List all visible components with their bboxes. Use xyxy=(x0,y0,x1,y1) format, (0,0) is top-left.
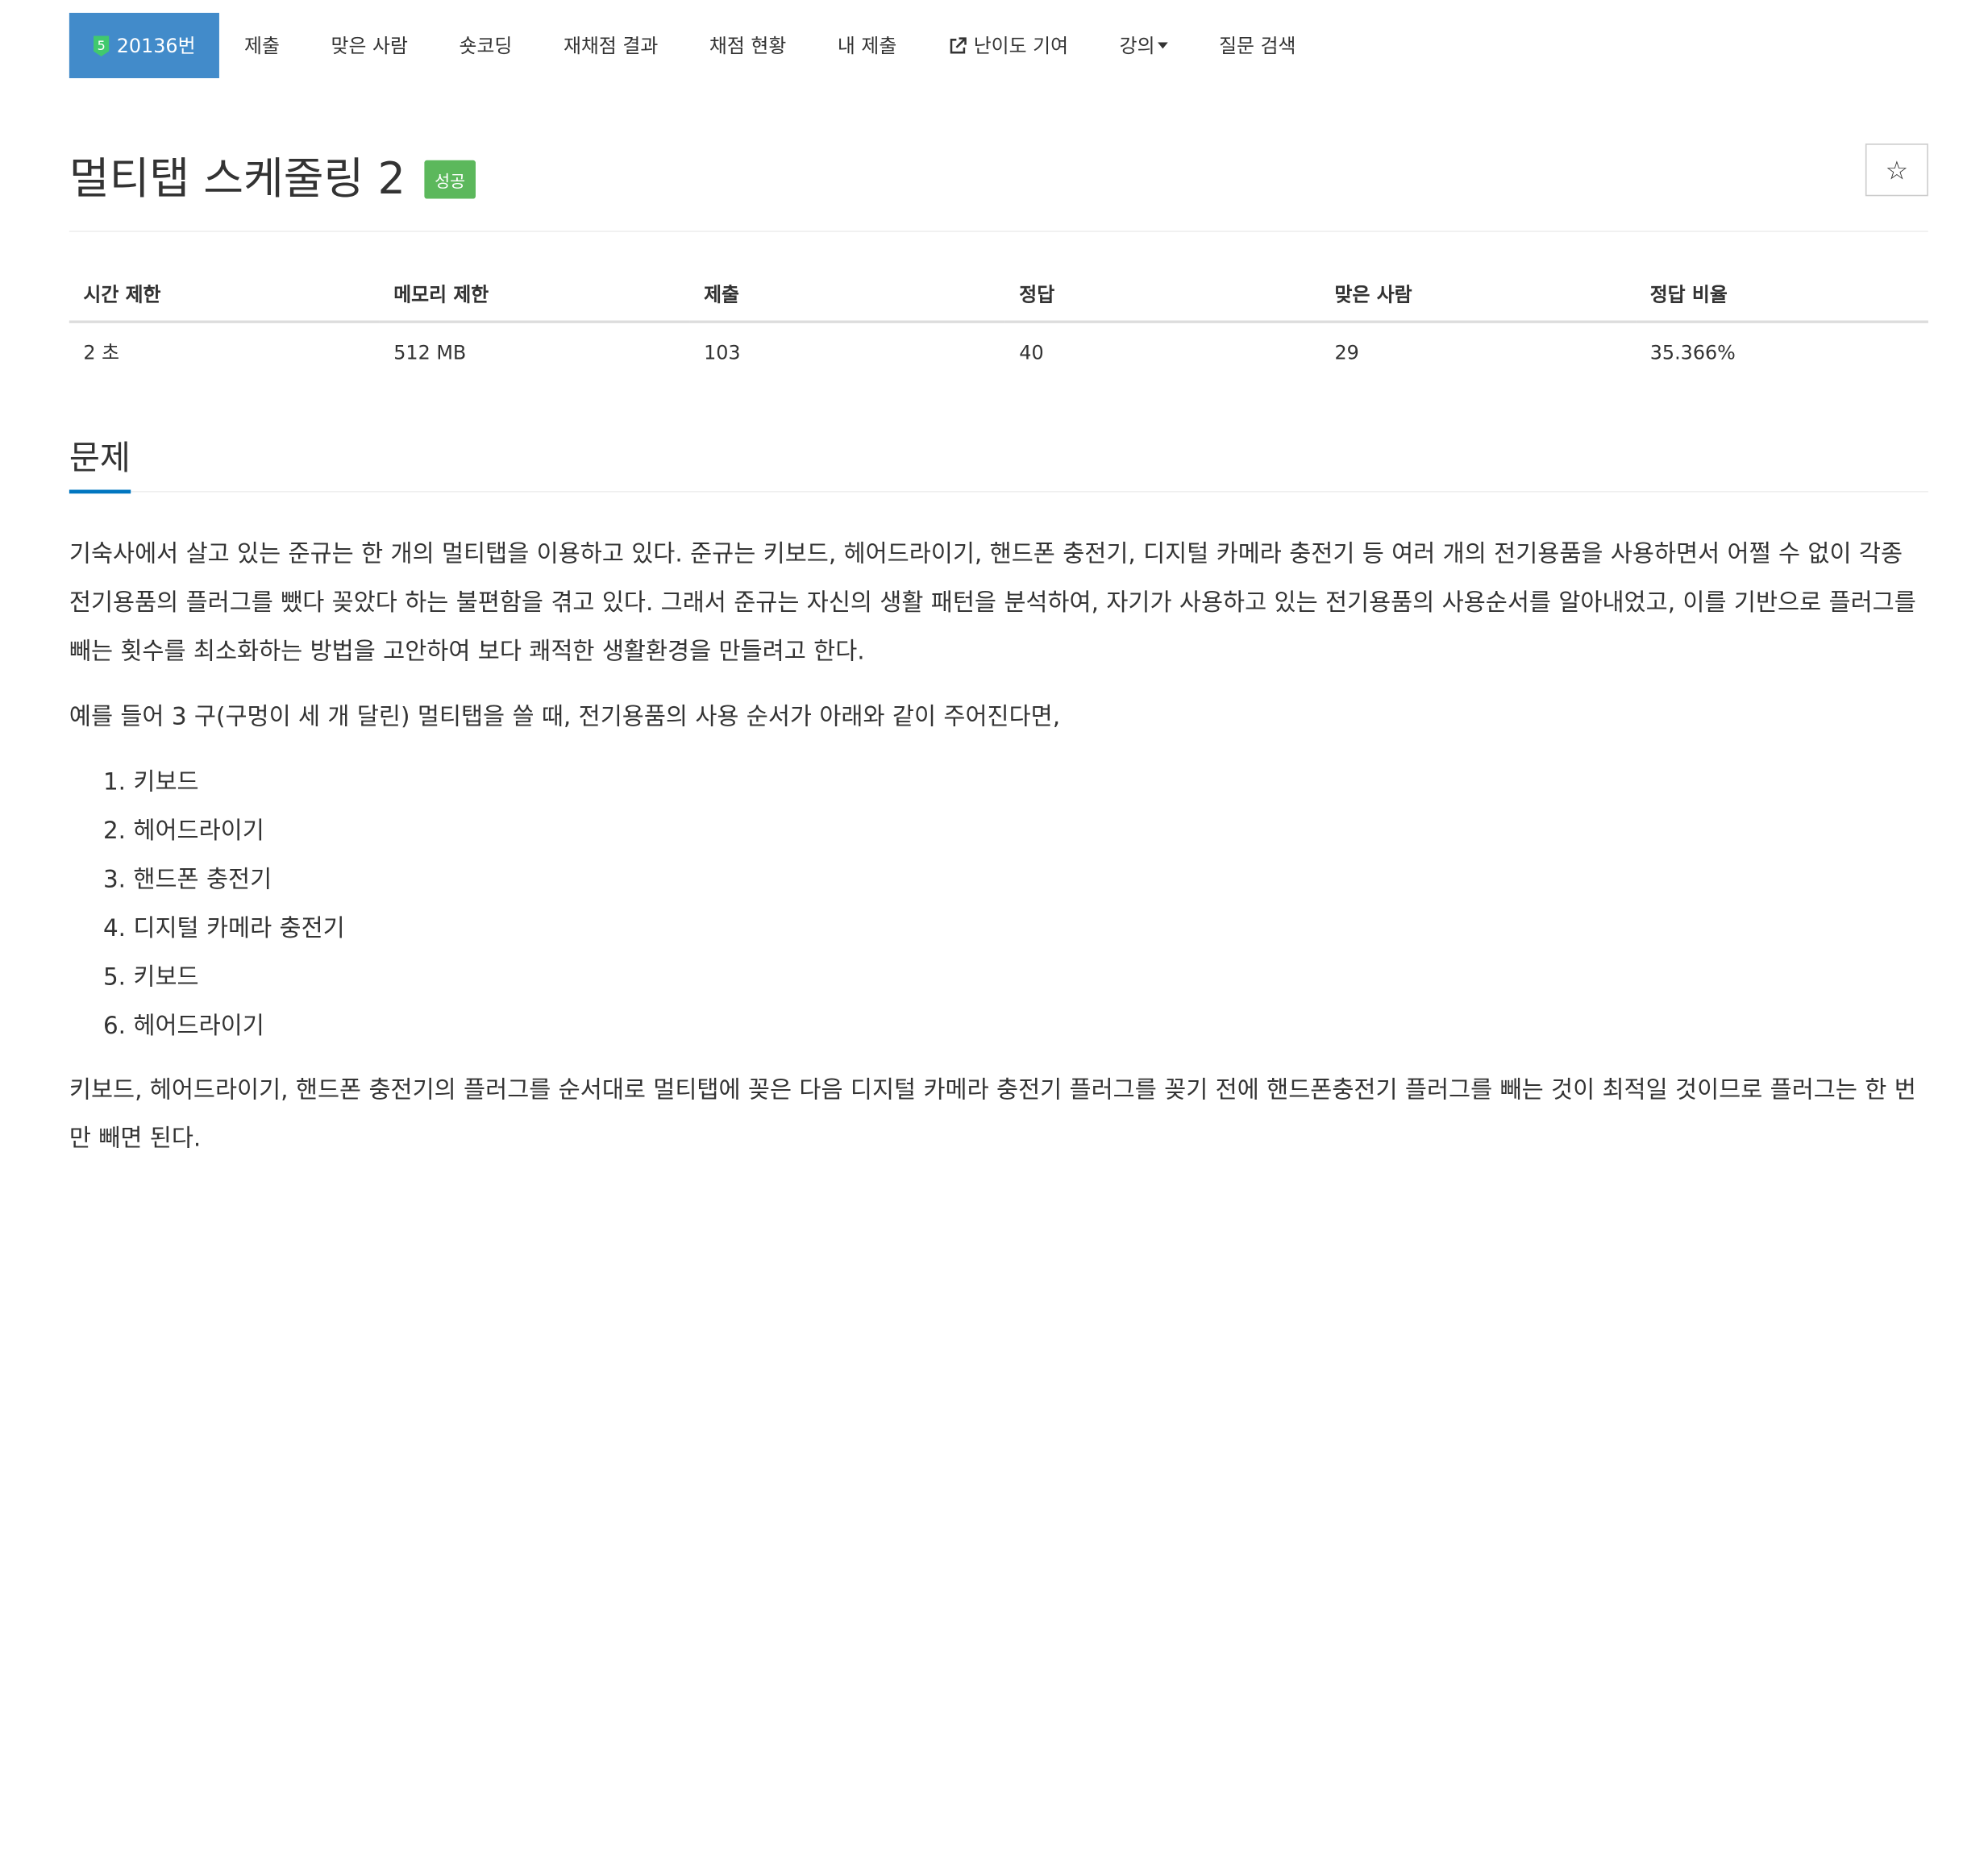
external-link-icon xyxy=(948,35,968,56)
tab-lecture-dropdown[interactable]: 강의 xyxy=(1094,13,1193,78)
value-accepted: 40 xyxy=(1019,340,1044,364)
list-item: 키보드 xyxy=(133,954,1928,1002)
info-header-row: 시간 제한 메모리 제한 제출 정답 맞은 사람 정답 비율 xyxy=(69,266,1928,323)
tab-problem[interactable]: 5 20136번 xyxy=(69,12,219,79)
problem-title: 멀티탭 스케줄링 2 xyxy=(69,153,406,206)
tab-short-coding-label: 숏코딩 xyxy=(459,34,513,58)
header-memory-limit: 메모리 제한 xyxy=(379,266,690,323)
problem-section-header: 문제 xyxy=(69,430,1928,494)
list-item: 키보드 xyxy=(133,759,1928,807)
tab-question-search[interactable]: 질문 검색 xyxy=(1193,13,1321,78)
problem-info-table: 시간 제한 메모리 제한 제출 정답 맞은 사람 정답 비율 2 초 512 M… xyxy=(69,266,1928,381)
tab-judge-status[interactable]: 채점 현황 xyxy=(684,13,812,78)
usage-order-list: 키보드 헤어드라이기 핸드폰 충전기 디지털 카메라 충전기 키보드 헤어드라이… xyxy=(69,759,1928,1051)
tab-submit[interactable]: 제출 xyxy=(218,13,306,78)
caret-down-icon xyxy=(1157,42,1168,49)
svg-text:5: 5 xyxy=(98,37,106,52)
tab-rejudge-results[interactable]: 재채점 결과 xyxy=(538,13,684,78)
tab-short-coding[interactable]: 숏코딩 xyxy=(434,13,538,78)
header-accept-ratio: 정답 비율 xyxy=(1636,266,1928,323)
header-time-limit: 시간 제한 xyxy=(69,266,380,323)
description-paragraph-1: 기숙사에서 살고 있는 준규는 한 개의 멀티탭을 이용하고 있다. 준규는 키… xyxy=(69,541,1916,666)
list-item: 디지털 카메라 충전기 xyxy=(133,905,1928,954)
value-accept-ratio: 35.366% xyxy=(1649,340,1736,364)
tab-my-submissions-label: 내 제출 xyxy=(837,34,897,58)
status-badge: 성공 xyxy=(424,160,476,199)
section-title: 문제 xyxy=(69,432,131,494)
info-value-row: 2 초 512 MB 103 40 29 35.366% xyxy=(69,322,1928,381)
tab-question-search-label: 질문 검색 xyxy=(1219,34,1296,58)
page-title: 멀티탭 스케줄링 2 성공 xyxy=(69,143,476,206)
tab-accepted-users-label: 맞은 사람 xyxy=(331,34,408,58)
value-submissions: 103 xyxy=(704,340,741,364)
description-paragraph-3: 키보드, 헤어드라이기, 핸드폰 충전기의 플러그를 순서대로 멀티탭에 꽂은 … xyxy=(69,1076,1916,1153)
description-paragraph-2: 예를 들어 3 구(구멍이 세 개 달린) 멀티탭을 쓸 때, 전기용품의 사용… xyxy=(69,704,1061,731)
star-icon: ☆ xyxy=(1885,154,1909,185)
tab-rejudge-results-label: 재채점 결과 xyxy=(563,34,659,58)
tab-accepted-users[interactable]: 맞은 사람 xyxy=(306,13,434,78)
value-memory-limit: 512 MB xyxy=(393,340,467,364)
tab-difficulty-contribution[interactable]: 난이도 기여 xyxy=(922,13,1094,78)
list-item: 헤어드라이기 xyxy=(133,808,1928,856)
tab-submit-label: 제출 xyxy=(244,34,280,58)
list-item: 핸드폰 충전기 xyxy=(133,856,1928,905)
title-row: 멀티탭 스케줄링 2 성공 ☆ xyxy=(69,139,1928,232)
value-accepted-users: 29 xyxy=(1334,340,1359,364)
favorite-button[interactable]: ☆ xyxy=(1865,143,1928,197)
problem-nav: 5 20136번 제출 맞은 사람 숏코딩 재채점 결과 채점 현황 내 제출 xyxy=(69,12,1321,79)
tab-my-submissions[interactable]: 내 제출 xyxy=(812,13,922,78)
value-time-limit: 2 초 xyxy=(83,341,120,364)
tab-difficulty-label: 난이도 기여 xyxy=(973,34,1069,58)
header-accepted: 정답 xyxy=(1004,266,1321,323)
tab-lecture-label: 강의 xyxy=(1119,34,1155,58)
tab-judge-status-label: 채점 현황 xyxy=(709,34,787,58)
page: 5 20136번 제출 맞은 사람 숏코딩 재채점 결과 채점 현황 내 제출 xyxy=(0,0,1988,1859)
header-submissions: 제출 xyxy=(689,266,1005,323)
problem-id: 20136번 xyxy=(116,34,196,58)
list-item: 헤어드라이기 xyxy=(133,1003,1928,1051)
header-accepted-users: 맞은 사람 xyxy=(1320,266,1637,323)
level-badge-icon: 5 xyxy=(93,34,110,57)
problem-description: 기숙사에서 살고 있는 준규는 한 개의 멀티탭을 이용하고 있다. 준규는 키… xyxy=(69,530,1928,1180)
